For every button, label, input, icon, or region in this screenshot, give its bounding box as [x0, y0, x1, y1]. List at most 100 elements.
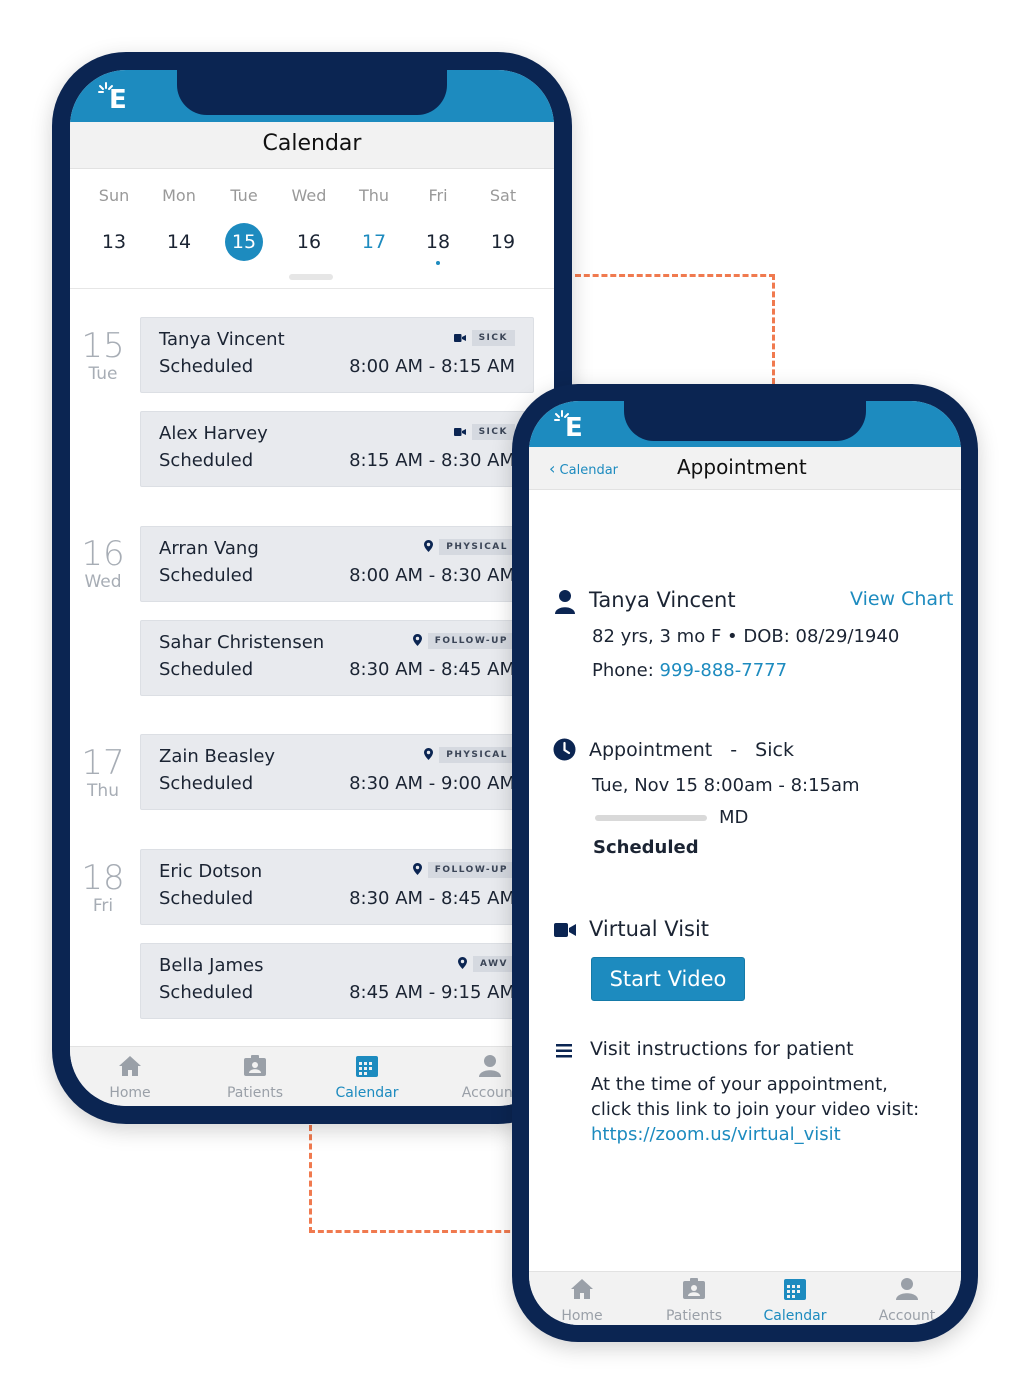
tab-patients[interactable]: Patients [644, 1278, 744, 1324]
video-icon [453, 333, 466, 344]
date-group-day: Tue [88, 364, 118, 384]
appointment-status: Scheduled [159, 565, 254, 586]
date-group-day: Wed [84, 572, 122, 592]
tab-label: Calendar [335, 1085, 399, 1101]
appointment-time: Tue, Nov 15 8:00am - 8:15am [592, 775, 860, 796]
visit-type-tag: AWV [473, 956, 515, 972]
patient-name: Tanya Vincent [589, 588, 736, 612]
appointment-card[interactable]: Sahar Christensen Scheduled 8:30 AM - 8:45… [140, 620, 534, 696]
day-thu[interactable]: Thu 17 [346, 186, 402, 261]
location-icon [412, 863, 422, 877]
appointment-card[interactable]: Bella James Scheduled 8:45 AM - 9:15 AM AWV [140, 943, 534, 1019]
day-number: 14 [166, 231, 192, 253]
visit-type: FOLLOW-UP [412, 633, 515, 649]
day-name: Mon [162, 186, 196, 205]
week-strip: Sun 13 Mon 14 Tue 15 Wed 16 Thu 17 Fri 18 Sat 19 [70, 168, 554, 289]
appointment-time: 8:30 AM - 8:45 AM [349, 659, 515, 680]
patient-name: Eric Dotson [159, 861, 263, 882]
location-icon [412, 634, 422, 648]
appointment-card[interactable]: Zain Beasley Scheduled 8:30 AM - 9:00 AM PH… [140, 734, 534, 810]
tab-label: Patients [226, 1085, 284, 1101]
tab-calendar[interactable]: Calendar [317, 1055, 417, 1101]
page-title: Calendar [262, 131, 362, 156]
account-icon [857, 1278, 957, 1304]
date-group-label: 17 Thu [70, 745, 136, 801]
appointment-time: 8:45 AM - 9:15 AM [349, 982, 515, 1003]
connector-bottom-horizontal [309, 1230, 519, 1233]
day-tue[interactable]: Tue 15 [216, 186, 272, 261]
appointment-phone: E ‹ Calendar Appointment Tanya Vincent V… [512, 384, 978, 1342]
day-mon[interactable]: Mon 14 [151, 186, 207, 261]
patient-name: Sahar Christensen [159, 632, 325, 653]
patient-name: Tanya Vincent [159, 329, 285, 350]
menu-lines-icon [556, 1044, 572, 1058]
tab-account[interactable]: Account [857, 1278, 957, 1324]
appointment-type: Sick [755, 739, 794, 761]
day-name: Fri [428, 186, 448, 205]
tab-label: Patients [665, 1308, 723, 1324]
appointment-status: Scheduled [159, 450, 254, 471]
home-icon [532, 1278, 632, 1304]
appointment-card[interactable]: Alex Harvey Scheduled 8:15 AM - 8:30 AM SIC… [140, 411, 534, 487]
location-icon [458, 957, 468, 971]
video-visit-link[interactable]: https://zoom.us/virtual_visit [591, 1124, 841, 1145]
location-icon [424, 540, 434, 554]
date-group-number: 18 [81, 858, 125, 898]
connector-top-vertical [772, 274, 775, 384]
location-icon [424, 748, 434, 762]
notch [624, 401, 866, 441]
tab-home[interactable]: Home [532, 1278, 632, 1324]
tab-calendar[interactable]: Calendar [745, 1278, 845, 1324]
appointment-status: Scheduled [159, 982, 254, 1003]
appointment-card[interactable]: Arran Vang Scheduled 8:00 AM - 8:30 AM PHYS… [140, 526, 534, 602]
date-group-label: 18 Fri [70, 860, 136, 916]
day-fri[interactable]: Fri 18 [410, 186, 466, 265]
date-group-number: 15 [81, 326, 125, 366]
logo-letter: E [109, 85, 127, 115]
notch [177, 70, 447, 115]
event-dot [436, 261, 440, 265]
appointment-time: 8:00 AM - 8:30 AM [349, 565, 515, 586]
appointment-label: Appointment [589, 739, 713, 761]
clock-icon [553, 738, 576, 761]
start-video-button[interactable]: Start Video [591, 957, 745, 1001]
view-chart-link[interactable]: View Chart [850, 588, 953, 610]
day-sat[interactable]: Sat 19 [475, 186, 531, 261]
date-group-label: 16 Wed [70, 536, 136, 592]
instructions-title: Visit instructions for patient [590, 1038, 854, 1060]
day-name: Sun [98, 186, 130, 205]
tab-home[interactable]: Home [80, 1055, 180, 1101]
instructions-line-2: click this link to join your video visit… [591, 1099, 920, 1120]
calendar-nav-bar: Calendar [70, 122, 554, 169]
back-button[interactable]: ‹ Calendar [549, 459, 618, 478]
appointment-heading: Appointment - Sick [589, 739, 794, 761]
tab-patients[interactable]: Patients [205, 1055, 305, 1101]
page-title: Appointment [677, 455, 807, 479]
patient-name: Zain Beasley [159, 746, 276, 767]
day-sun[interactable]: Sun 13 [86, 186, 142, 261]
appointment-status: Scheduled [159, 659, 254, 680]
patient-name: Alex Harvey [159, 423, 268, 444]
calendar-screen: E Calendar Sun 13 Mon 14 Tue 15 Wed 16 Thu 17 Fri 1… [70, 70, 554, 1106]
day-number: 13 [101, 231, 127, 253]
appointment-status: Scheduled [159, 356, 254, 377]
day-number: 18 [410, 223, 466, 265]
appointment-card[interactable]: Eric Dotson Scheduled 8:30 AM - 8:45 AM FOL… [140, 849, 534, 925]
back-label: Calendar [559, 463, 619, 478]
phone-link[interactable]: 999-888-7777 [660, 660, 788, 681]
visit-type: SICK [453, 424, 515, 440]
app-logo: E [98, 82, 127, 116]
connector-top-horizontal [575, 274, 775, 277]
drag-handle[interactable] [289, 274, 333, 280]
appointment-card[interactable]: Tanya Vincent Scheduled 8:00 AM - 8:15 AM S… [140, 317, 534, 393]
day-number: 19 [490, 231, 516, 253]
day-wed[interactable]: Wed 16 [281, 186, 337, 261]
patient-demographics: 82 yrs, 3 mo F • DOB: 08/29/1940 [592, 626, 900, 647]
person-icon [555, 590, 575, 614]
appointment-status: Scheduled [159, 773, 254, 794]
patient-name: Bella James [159, 955, 264, 976]
appointment-time: 8:00 AM - 8:15 AM [349, 356, 515, 377]
logo-letter: E [565, 413, 583, 443]
appointment-time: 8:15 AM - 8:30 AM [349, 450, 515, 471]
instructions-line-1: At the time of your appointment, [591, 1074, 888, 1095]
